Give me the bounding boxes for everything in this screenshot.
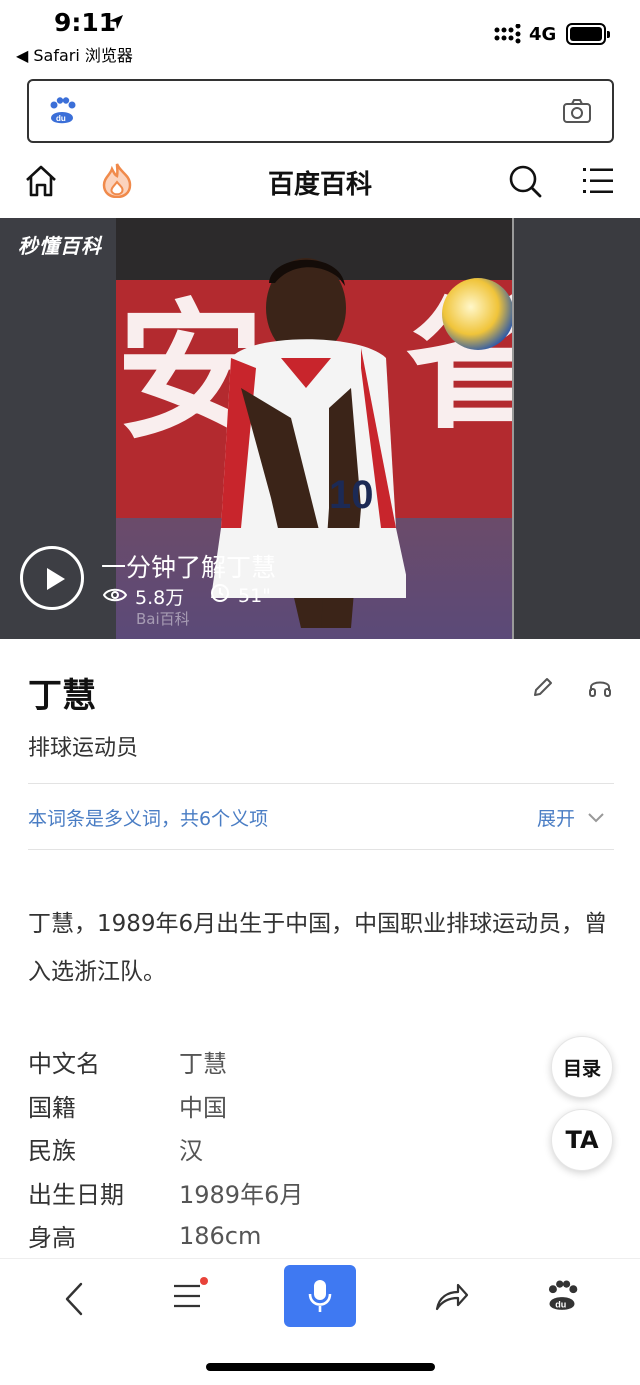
infobox-value: 丁慧 xyxy=(179,1050,227,1079)
svg-text:10: 10 xyxy=(329,473,374,517)
search-icon[interactable] xyxy=(508,164,542,202)
infobox-value: 中国 xyxy=(179,1093,227,1122)
battery-icon xyxy=(566,23,610,45)
camera-icon[interactable] xyxy=(562,98,592,128)
chevron-down-icon xyxy=(587,807,605,829)
infobox-key: 中文名 xyxy=(28,1050,100,1079)
infobox-value: 1989年6月 xyxy=(179,1180,304,1209)
entry-title: 丁慧 xyxy=(28,676,96,716)
infobox-key: 身高 xyxy=(28,1224,76,1253)
entry-summary: 丁慧，1989年6月出生于中国，中国职业排球运动员，曾入选浙江队。 xyxy=(28,911,608,985)
brand-logo: 秒懂百科 xyxy=(18,234,102,258)
search-bar[interactable]: du xyxy=(27,79,614,143)
toc-button[interactable]: 目录 xyxy=(551,1036,613,1098)
notification-dot xyxy=(200,1277,208,1285)
top-nav: 百度百科 xyxy=(0,150,640,216)
status-bar: 9:11 ◀ Safari 浏览器 4G xyxy=(0,0,640,70)
infobox-key: 国籍 xyxy=(28,1093,76,1122)
clock-icon xyxy=(210,583,230,608)
video-title: 一分钟了解丁慧 xyxy=(101,553,277,582)
divider xyxy=(28,849,614,850)
infobox-row: 民族 汉 xyxy=(28,1127,548,1171)
search-input[interactable] xyxy=(93,93,553,129)
watermark: Bai百科 xyxy=(136,610,190,628)
video-views: 5.8万 xyxy=(102,583,185,610)
infobox-key: 民族 xyxy=(28,1137,76,1166)
expand-label: 展开 xyxy=(537,808,576,830)
infobox-row: 中文名 丁慧 xyxy=(28,1040,548,1084)
microphone-icon xyxy=(308,1280,332,1312)
infobox-row: 国籍 中国 xyxy=(28,1084,548,1128)
share-icon[interactable] xyxy=(434,1281,470,1317)
eye-icon xyxy=(102,586,128,608)
entry-subtitle: 排球运动员 xyxy=(28,736,139,761)
infobox-row: 出生日期 1989年6月 xyxy=(28,1171,548,1215)
svg-text:du: du xyxy=(555,1299,566,1309)
expand-button[interactable]: 展开 xyxy=(537,804,605,831)
home-indicator xyxy=(206,1363,435,1371)
headphones-icon[interactable] xyxy=(588,676,612,702)
back-arrow-icon[interactable] xyxy=(62,1281,86,1321)
back-to-safari-link[interactable]: ◀ Safari 浏览器 xyxy=(16,42,133,66)
baidu-paw-icon: du xyxy=(47,96,77,130)
infobox-key: 出生日期 xyxy=(28,1180,124,1209)
views-count: 5.8万 xyxy=(135,587,185,609)
site-title: 百度百科 xyxy=(267,170,372,200)
status-time: 9:11 xyxy=(54,8,117,37)
edit-pencil-icon[interactable] xyxy=(532,676,554,702)
divider xyxy=(28,783,614,784)
location-arrow-icon xyxy=(108,14,124,34)
next-slide-preview[interactable] xyxy=(512,218,640,639)
voice-search-button[interactable] xyxy=(284,1265,356,1327)
baidu-du-icon[interactable]: du xyxy=(545,1279,579,1317)
menu-icon[interactable] xyxy=(582,166,614,200)
duration-text: 51" xyxy=(238,584,271,607)
font-size-button[interactable]: TA xyxy=(551,1109,613,1171)
video-duration: 51" xyxy=(210,583,271,608)
video-banner[interactable]: 安 省 10 秒懂百科 一分钟了解丁慧 5.8万 51" Bai百科 xyxy=(0,218,640,639)
infobox-row: 身高 186cm xyxy=(28,1214,548,1258)
play-button[interactable] xyxy=(20,546,84,610)
network-type: 4G xyxy=(529,24,557,45)
list-icon[interactable] xyxy=(172,1277,208,1315)
svg-text:du: du xyxy=(56,114,66,123)
infobox: 中文名 丁慧 国籍 中国 民族 汉 出生日期 1989年6月 身高 186cm xyxy=(28,1040,548,1258)
infobox-value: 汉 xyxy=(179,1137,203,1166)
signal-icon xyxy=(494,23,522,48)
infobox-value: 186cm xyxy=(179,1221,262,1250)
polysemy-link[interactable]: 本词条是多义词，共6个义项 xyxy=(28,804,268,831)
volleyball-graphic xyxy=(442,278,514,350)
